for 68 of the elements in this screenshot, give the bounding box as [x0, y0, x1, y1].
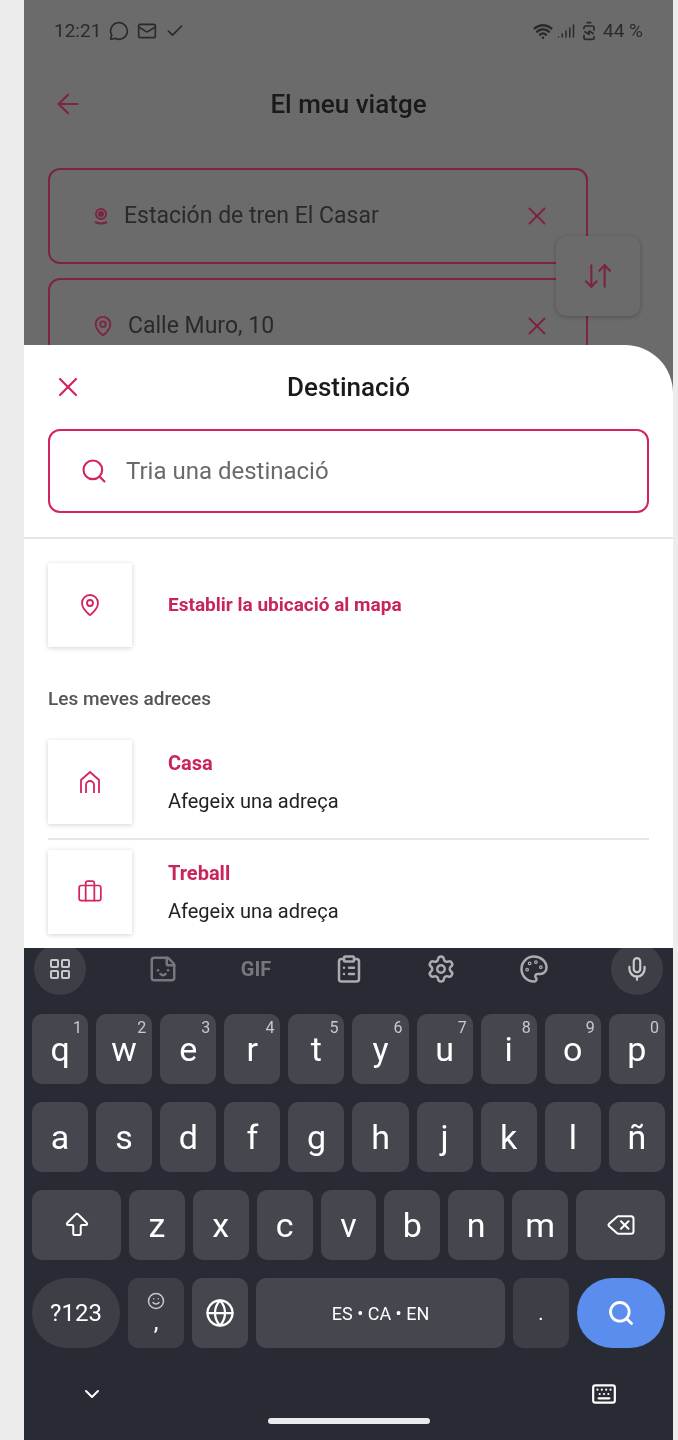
symbols-key[interactable]: ?123	[32, 1278, 120, 1348]
chat-icon	[109, 21, 130, 41]
key[interactable]: ñ	[608, 1102, 665, 1172]
search-icon	[607, 1299, 635, 1327]
key[interactable]: j	[416, 1102, 473, 1172]
key-hint: 4	[265, 1017, 275, 1039]
key-hint: 5	[329, 1017, 339, 1039]
mail-icon	[137, 21, 158, 41]
key-hint: 3	[201, 1017, 211, 1039]
address-name[interactable]: Treball	[168, 857, 339, 888]
pin-icon	[78, 593, 102, 617]
signal-icon	[557, 22, 575, 40]
key[interactable]: f	[224, 1102, 281, 1172]
sticker-icon[interactable]	[148, 954, 179, 984]
pin-icon	[92, 315, 114, 337]
key[interactable]: t 5	[288, 1014, 345, 1084]
key[interactable]: l	[544, 1102, 601, 1172]
key[interactable]: g	[288, 1102, 345, 1172]
trip-field-text: Estación de tren El Casar	[124, 200, 380, 231]
search-icon	[80, 457, 108, 485]
key-hint: 8	[521, 1017, 531, 1039]
key-hint: 1	[73, 1017, 83, 1039]
page-title: El meu viatge	[270, 87, 427, 121]
house-icon	[77, 768, 103, 795]
key[interactable]: a	[32, 1102, 89, 1172]
key[interactable]: d	[160, 1102, 217, 1172]
key[interactable]: z	[129, 1190, 185, 1260]
emoji-icon	[147, 1292, 165, 1310]
status-time: 12:21	[54, 17, 102, 44]
comma-key[interactable]: ,	[128, 1278, 184, 1348]
address-detail: Afegeix una adreça	[168, 897, 339, 925]
key-hint: 7	[457, 1017, 467, 1039]
keyboard-switch-icon[interactable]	[591, 1381, 617, 1407]
key[interactable]: x	[192, 1190, 249, 1260]
search-input[interactable]: Tria una destinació	[126, 453, 647, 489]
search-field[interactable]: Tria una destinació	[48, 429, 649, 513]
key-hint: 2	[137, 1017, 147, 1039]
address-name[interactable]: Casa	[168, 747, 339, 778]
key-hint: 9	[585, 1017, 595, 1039]
language-key[interactable]	[192, 1278, 248, 1348]
key[interactable]: s	[96, 1102, 153, 1172]
map-option[interactable]: Establir la ubicació al mapa	[48, 563, 673, 647]
settings-icon[interactable]	[426, 954, 457, 984]
key[interactable]: k	[480, 1102, 537, 1172]
key[interactable]: h	[352, 1102, 409, 1172]
trip-field-text: Calle Muro, 10	[128, 310, 276, 341]
key[interactable]: n	[448, 1190, 505, 1260]
backspace-key[interactable]	[576, 1190, 665, 1260]
key[interactable]: r 4	[224, 1014, 281, 1084]
battery-level: 44 %	[603, 17, 643, 44]
address-detail: Afegeix una adreça	[168, 787, 339, 815]
grid-icon	[48, 957, 72, 981]
globe-icon	[205, 1298, 235, 1328]
briefcase-icon	[77, 878, 103, 905]
key[interactable]: b	[384, 1190, 441, 1260]
key[interactable]: c	[256, 1190, 313, 1260]
origin-icon	[92, 207, 110, 225]
key[interactable]: v	[320, 1190, 377, 1260]
shift-key[interactable]	[32, 1190, 121, 1260]
key[interactable]: m	[512, 1190, 568, 1260]
section-heading: Les meves adreces	[48, 686, 213, 712]
key[interactable]: i 8	[480, 1014, 537, 1084]
period-key[interactable]: .	[513, 1278, 569, 1348]
key-hint: 6	[393, 1017, 403, 1039]
wifi-icon	[533, 21, 553, 41]
palette-icon[interactable]	[518, 954, 549, 984]
space-bar[interactable]: ES • CA • EN	[256, 1278, 505, 1348]
key-hint: 0	[649, 1017, 659, 1039]
